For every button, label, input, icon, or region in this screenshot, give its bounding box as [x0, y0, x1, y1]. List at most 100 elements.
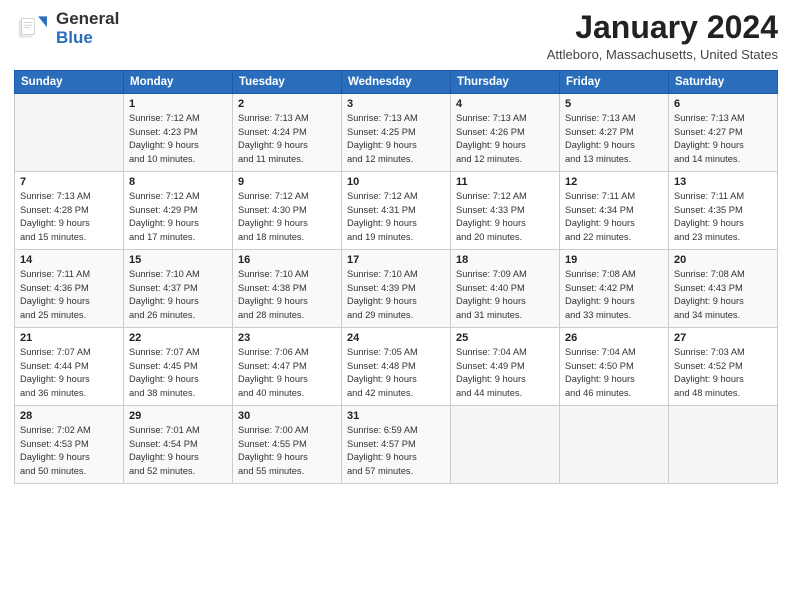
day-number: 11	[456, 176, 554, 188]
daylight-text-cont: and 26 minutes.	[129, 309, 227, 322]
day-info: Sunrise: 7:07 AMSunset: 4:44 PMDaylight:…	[20, 346, 118, 400]
day-number: 19	[565, 254, 663, 266]
sunset-text: Sunset: 4:52 PM	[674, 360, 772, 373]
calendar-cell: 8Sunrise: 7:12 AMSunset: 4:29 PMDaylight…	[124, 172, 233, 250]
logo-blue: Blue	[56, 28, 93, 47]
day-number: 25	[456, 332, 554, 344]
weekday-header-sunday: Sunday	[15, 71, 124, 94]
day-number: 18	[456, 254, 554, 266]
sunrise-text: Sunrise: 7:10 AM	[347, 268, 445, 281]
daylight-text: Daylight: 9 hours	[347, 217, 445, 230]
day-info: Sunrise: 7:13 AMSunset: 4:28 PMDaylight:…	[20, 190, 118, 244]
daylight-text: Daylight: 9 hours	[565, 217, 663, 230]
daylight-text: Daylight: 9 hours	[674, 217, 772, 230]
sunset-text: Sunset: 4:37 PM	[129, 282, 227, 295]
sunrise-text: Sunrise: 7:07 AM	[20, 346, 118, 359]
day-info: Sunrise: 7:12 AMSunset: 4:29 PMDaylight:…	[129, 190, 227, 244]
day-info: Sunrise: 7:11 AMSunset: 4:35 PMDaylight:…	[674, 190, 772, 244]
day-number: 29	[129, 410, 227, 422]
day-number: 1	[129, 98, 227, 110]
day-info: Sunrise: 7:13 AMSunset: 4:27 PMDaylight:…	[565, 112, 663, 166]
sunset-text: Sunset: 4:40 PM	[456, 282, 554, 295]
calendar-cell: 5Sunrise: 7:13 AMSunset: 4:27 PMDaylight…	[560, 94, 669, 172]
day-info: Sunrise: 7:10 AMSunset: 4:39 PMDaylight:…	[347, 268, 445, 322]
sunrise-text: Sunrise: 7:13 AM	[565, 112, 663, 125]
sunrise-text: Sunrise: 7:07 AM	[129, 346, 227, 359]
day-info: Sunrise: 7:03 AMSunset: 4:52 PMDaylight:…	[674, 346, 772, 400]
day-info: Sunrise: 7:10 AMSunset: 4:37 PMDaylight:…	[129, 268, 227, 322]
sunrise-text: Sunrise: 7:12 AM	[129, 112, 227, 125]
day-number: 23	[238, 332, 336, 344]
day-number: 6	[674, 98, 772, 110]
daylight-text-cont: and 40 minutes.	[238, 387, 336, 400]
sunset-text: Sunset: 4:43 PM	[674, 282, 772, 295]
sunrise-text: Sunrise: 7:08 AM	[674, 268, 772, 281]
daylight-text: Daylight: 9 hours	[238, 139, 336, 152]
sunset-text: Sunset: 4:27 PM	[565, 126, 663, 139]
daylight-text: Daylight: 9 hours	[565, 139, 663, 152]
sunrise-text: Sunrise: 7:00 AM	[238, 424, 336, 437]
daylight-text: Daylight: 9 hours	[20, 217, 118, 230]
daylight-text: Daylight: 9 hours	[129, 451, 227, 464]
calendar-cell: 22Sunrise: 7:07 AMSunset: 4:45 PMDayligh…	[124, 328, 233, 406]
daylight-text: Daylight: 9 hours	[20, 451, 118, 464]
day-number: 9	[238, 176, 336, 188]
location: Attleboro, Massachusetts, United States	[547, 47, 778, 62]
sunrise-text: Sunrise: 7:01 AM	[129, 424, 227, 437]
weekday-header-wednesday: Wednesday	[342, 71, 451, 94]
sunset-text: Sunset: 4:34 PM	[565, 204, 663, 217]
day-number: 21	[20, 332, 118, 344]
day-info: Sunrise: 7:10 AMSunset: 4:38 PMDaylight:…	[238, 268, 336, 322]
daylight-text: Daylight: 9 hours	[347, 373, 445, 386]
calendar-cell: 31Sunrise: 6:59 AMSunset: 4:57 PMDayligh…	[342, 406, 451, 484]
day-info: Sunrise: 7:00 AMSunset: 4:55 PMDaylight:…	[238, 424, 336, 478]
sunrise-text: Sunrise: 7:13 AM	[20, 190, 118, 203]
sunrise-text: Sunrise: 7:11 AM	[565, 190, 663, 203]
daylight-text-cont: and 17 minutes.	[129, 231, 227, 244]
weekday-header-saturday: Saturday	[669, 71, 778, 94]
day-info: Sunrise: 7:13 AMSunset: 4:25 PMDaylight:…	[347, 112, 445, 166]
sunset-text: Sunset: 4:49 PM	[456, 360, 554, 373]
sunrise-text: Sunrise: 7:10 AM	[238, 268, 336, 281]
title-area: January 2024 Attleboro, Massachusetts, U…	[547, 10, 778, 62]
calendar-cell: 7Sunrise: 7:13 AMSunset: 4:28 PMDaylight…	[15, 172, 124, 250]
calendar-cell: 6Sunrise: 7:13 AMSunset: 4:27 PMDaylight…	[669, 94, 778, 172]
calendar-body: 1Sunrise: 7:12 AMSunset: 4:23 PMDaylight…	[15, 94, 778, 484]
calendar-cell: 26Sunrise: 7:04 AMSunset: 4:50 PMDayligh…	[560, 328, 669, 406]
day-info: Sunrise: 7:08 AMSunset: 4:42 PMDaylight:…	[565, 268, 663, 322]
daylight-text: Daylight: 9 hours	[238, 451, 336, 464]
day-info: Sunrise: 7:13 AMSunset: 4:26 PMDaylight:…	[456, 112, 554, 166]
daylight-text-cont: and 55 minutes.	[238, 465, 336, 478]
calendar-cell: 21 Sunrise: 7:07 AMSunset: 4:44 PMDayligh…	[15, 328, 124, 406]
day-info: Sunrise: 7:04 AMSunset: 4:49 PMDaylight:…	[456, 346, 554, 400]
calendar-header: SundayMondayTuesdayWednesdayThursdayFrid…	[15, 71, 778, 94]
sunset-text: Sunset: 4:48 PM	[347, 360, 445, 373]
daylight-text-cont: and 42 minutes.	[347, 387, 445, 400]
calendar-cell: 28Sunrise: 7:02 AMSunset: 4:53 PMDayligh…	[15, 406, 124, 484]
weekday-header-thursday: Thursday	[451, 71, 560, 94]
daylight-text: Daylight: 9 hours	[456, 295, 554, 308]
calendar-cell: 1Sunrise: 7:12 AMSunset: 4:23 PMDaylight…	[124, 94, 233, 172]
logo-icon	[14, 10, 52, 48]
logo-text-area: General Blue	[56, 10, 119, 47]
sunrise-text: Sunrise: 7:02 AM	[20, 424, 118, 437]
calendar-cell: 30Sunrise: 7:00 AMSunset: 4:55 PMDayligh…	[233, 406, 342, 484]
day-info: Sunrise: 7:09 AMSunset: 4:40 PMDaylight:…	[456, 268, 554, 322]
calendar-cell	[560, 406, 669, 484]
day-info: Sunrise: 7:06 AMSunset: 4:47 PMDaylight:…	[238, 346, 336, 400]
daylight-text: Daylight: 9 hours	[129, 139, 227, 152]
calendar-table: SundayMondayTuesdayWednesdayThursdayFrid…	[14, 70, 778, 484]
calendar-cell: 10Sunrise: 7:12 AMSunset: 4:31 PMDayligh…	[342, 172, 451, 250]
daylight-text: Daylight: 9 hours	[238, 217, 336, 230]
daylight-text-cont: and 22 minutes.	[565, 231, 663, 244]
calendar-cell: 29Sunrise: 7:01 AMSunset: 4:54 PMDayligh…	[124, 406, 233, 484]
calendar-cell	[669, 406, 778, 484]
sunset-text: Sunset: 4:53 PM	[20, 438, 118, 451]
sunrise-text: Sunrise: 7:12 AM	[129, 190, 227, 203]
day-number: 26	[565, 332, 663, 344]
daylight-text: Daylight: 9 hours	[20, 373, 118, 386]
sunrise-text: Sunrise: 7:04 AM	[565, 346, 663, 359]
daylight-text: Daylight: 9 hours	[456, 217, 554, 230]
sunrise-text: Sunrise: 7:03 AM	[674, 346, 772, 359]
day-number: 22	[129, 332, 227, 344]
